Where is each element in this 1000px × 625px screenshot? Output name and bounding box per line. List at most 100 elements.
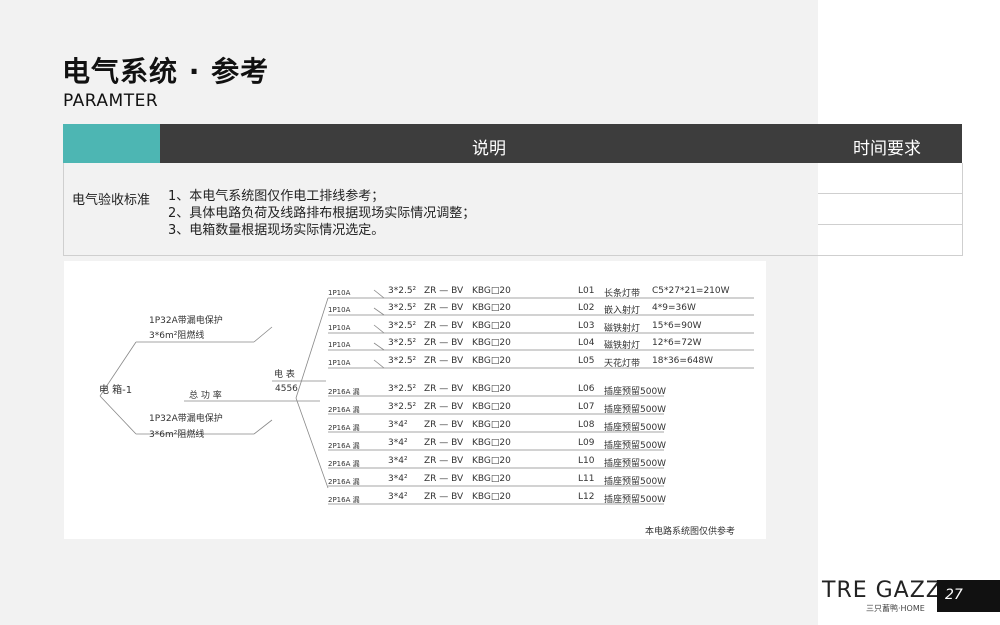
meter-label: 电 表 [274,370,295,380]
circuit-code: L09 [578,438,595,448]
circuit-breaker: 2P16A 漏 [328,460,360,468]
page-title: 电气系统 · 参考 [62,55,270,88]
circuit-pipe: KBG□20 [472,456,511,466]
spec-table: 说明 时间要求 电气验收标准 1、本电气系统图仅作电工排线参考； 2、具体电路负… [63,124,963,256]
circuit-pipe: KBG□20 [472,402,511,412]
side-panel [818,0,1000,625]
circuit-code: L07 [578,402,595,412]
circuit-power: 15*6=90W [652,321,702,331]
circuit-wire: 3*4² [388,438,408,448]
circuit-code: L11 [578,474,595,484]
branch-top-breaker: 1P32A带漏电保护 [149,316,223,326]
circuit-type: ZR — BV [424,286,464,296]
circuit-power: 12*6=72W [652,338,702,348]
circuit-type: ZR — BV [424,356,464,366]
circuit-name: 插座预留500W [604,495,667,505]
circuit-code: L05 [578,356,595,366]
circuit-wire: 3*4² [388,456,408,466]
circuit-breaker: 2P16A 漏 [328,406,360,414]
page-subtitle: PARAMTER [63,91,159,111]
circuit-type: ZR — BV [424,402,464,412]
circuit-breaker: 2P16A 漏 [328,388,360,396]
circuit-code: L03 [578,321,595,331]
circuit-type: ZR — BV [424,338,464,348]
circuit-name: 长条灯带 [604,289,641,299]
circuit-wire: 3*4² [388,492,408,502]
time-divider [818,193,962,194]
circuit-pipe: KBG□20 [472,321,511,331]
total-power-value: 4556 [275,384,298,394]
circuit-pipe: KBG□20 [472,303,511,313]
circuit-name: 插座预留500W [604,459,667,469]
note-line: 3、电箱数量根据现场实际情况选定。 [168,223,385,238]
branch-top-wire: 3*6m²阻燃线 [149,331,205,341]
circuit-pipe: KBG□20 [472,438,511,448]
circuit-code: L08 [578,420,595,430]
circuit-breaker: 2P16A 漏 [328,496,360,504]
circuit-name: 插座预留500W [604,477,667,487]
circuit-code: L10 [578,456,595,466]
circuit-wire: 3*2.5² [388,356,417,366]
circuit-diagram: 电 箱-1 1P32A带漏电保护 3*6m²阻燃线 1P32A带漏电保护 3*6… [64,261,766,539]
circuit-code: L04 [578,338,595,348]
row-label: 电气验收标准 [72,193,151,208]
circuit-type: ZR — BV [424,474,464,484]
circuit-power: C5*27*21=210W [652,286,730,296]
circuit-name: 嵌入射灯 [604,306,641,316]
circuit-code: L02 [578,303,595,313]
circuit-name: 插座预留500W [604,423,667,433]
box-label: 电 箱-1 [99,385,133,396]
circuit-breaker: 1P10A [328,306,351,314]
circuit-breaker: 2P16A 漏 [328,442,360,450]
header-explain: 说明 [472,139,506,159]
row-label-cell: 电气验收标准 [63,163,161,256]
branch-bottom-breaker: 1P32A带漏电保护 [149,414,223,424]
time-cell [818,163,963,256]
total-power-label: 总 功 率 [189,391,222,401]
circuit-breaker: 2P16A 漏 [328,478,360,486]
time-divider [818,224,962,225]
circuit-code: L06 [578,384,595,394]
circuit-wire: 3*2.5² [388,338,417,348]
circuit-pipe: KBG□20 [472,474,511,484]
circuit-name: 插座预留500W [604,387,667,397]
circuit-type: ZR — BV [424,492,464,502]
circuit-pipe: KBG□20 [472,338,511,348]
circuit-breaker: 1P10A [328,359,351,367]
circuit-name: 磁铁射灯 [604,341,641,351]
circuit-wire: 3*4² [388,474,408,484]
circuit-name: 插座预留500W [604,441,667,451]
circuit-power: 18*36=648W [652,356,714,366]
circuit-code: L01 [578,286,595,296]
circuit-type: ZR — BV [424,384,464,394]
notes-cell: 1、本电气系统图仅作电工排线参考； 2、具体电路负荷及线路排布根据现场实际情况调… [160,163,819,256]
circuit-name: 插座预留500W [604,405,667,415]
footnote: 本电路系统图仅供参考 [645,527,736,537]
circuit-type: ZR — BV [424,438,464,448]
circuit-pipe: KBG□20 [472,356,511,366]
circuit-wire: 3*2.5² [388,303,417,313]
circuit-pipe: KBG□20 [472,286,511,296]
circuit-wire: 3*2.5² [388,402,417,412]
circuit-pipe: KBG□20 [472,384,511,394]
brand-subtitle: 三只蓄鸭·HOME [866,604,925,613]
circuit-type: ZR — BV [424,456,464,466]
circuit-breaker: 2P16A 漏 [328,424,360,432]
circuit-name: 天花灯带 [604,359,641,369]
circuit-type: ZR — BV [424,321,464,331]
circuit-name: 磁铁射灯 [604,324,641,334]
header-time: 时间要求 [853,139,921,159]
circuit-breaker: 1P10A [328,341,351,349]
circuit-wire: 3*2.5² [388,384,417,394]
circuit-wire: 3*2.5² [388,321,417,331]
circuit-wire: 3*4² [388,420,408,430]
circuit-breaker: 1P10A [328,324,351,332]
table-header-bar: 说明 时间要求 [160,124,962,163]
circuit-breaker: 1P10A [328,289,351,297]
table-header-corner [63,124,160,163]
circuit-code: L12 [578,492,595,502]
branch-bottom-wire: 3*6m²阻燃线 [149,430,205,440]
circuit-type: ZR — BV [424,303,464,313]
page-number: 27 [945,587,963,603]
circuit-pipe: KBG□20 [472,492,511,502]
